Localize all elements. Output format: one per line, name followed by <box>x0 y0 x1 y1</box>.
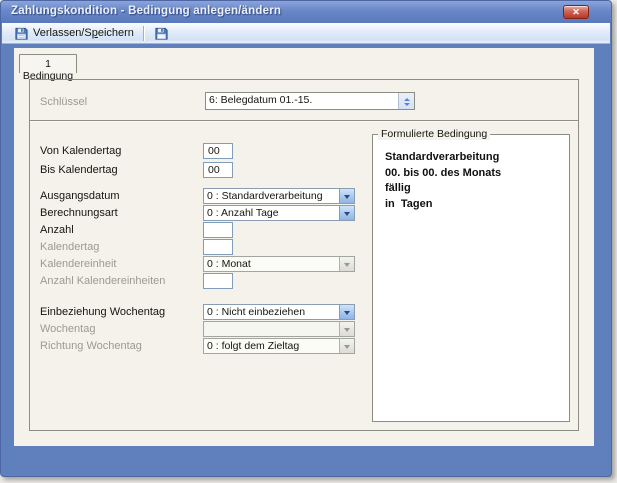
wochentag-label: Wochentag <box>40 323 96 335</box>
field-row-kalendertag: Kalendertag <box>40 239 233 255</box>
floppy-disk-icon <box>154 26 169 41</box>
field-row-anzahl: Anzahl <box>40 222 233 238</box>
title-bar[interactable]: Zahlungskondition - Bedingung anlegen/än… <box>1 1 611 23</box>
kalendereinheit-combobox: 0 : Monat <box>203 256 355 272</box>
wochentag-value <box>204 322 339 336</box>
field-row-richtung-wochentag: Richtung Wochentag 0 : folgt dem Zieltag <box>40 338 355 354</box>
field-row-kalendereinheit: Kalendereinheit 0 : Monat <box>40 256 355 272</box>
kalendereinheit-value: 0 : Monat <box>204 257 339 271</box>
richtung-wochentag-value: 0 : folgt dem Zieltag <box>204 339 339 353</box>
chevron-down-icon[interactable] <box>339 305 354 319</box>
anzahl-kalendereinheiten-label: Anzahl Kalendereinheiten <box>40 275 166 287</box>
einbeziehung-wochentag-combobox[interactable]: 0 : Nicht einbeziehen <box>203 304 355 320</box>
toolbar: Verlassen/Speichern <box>2 23 610 44</box>
field-row-anzahl-kalendereinheiten: Anzahl Kalendereinheiten <box>40 273 233 289</box>
ausgangsdatum-value: 0 : Standardverarbeitung <box>207 190 323 202</box>
von-kalendertag-input[interactable] <box>203 143 233 159</box>
condition-line: Standardverarbeitung <box>385 151 500 163</box>
section-divider <box>30 120 578 122</box>
tab-bedingung[interactable]: 1 Bedingung <box>19 54 77 82</box>
berechnungsart-value: 0 : Anzahl Tage <box>207 207 279 219</box>
field-row-von-kalendertag: Von Kalendertag <box>40 143 233 159</box>
field-row-berechnungsart: Berechnungsart 0 : Anzahl Tage <box>40 205 355 221</box>
kalendereinheit-label: Kalendereinheit <box>40 258 117 270</box>
bis-kalendertag-label: Bis Kalendertag <box>40 164 118 176</box>
exit-save-button[interactable]: Verlassen/Speichern <box>10 24 138 42</box>
anzahl-input[interactable] <box>203 222 233 238</box>
save-button[interactable] <box>150 24 173 42</box>
bis-kalendertag-input[interactable] <box>203 162 233 178</box>
field-row-ausgangsdatum: Ausgangsdatum 0 : Standardverarbeitung <box>40 188 355 204</box>
chevron-down-icon[interactable] <box>339 189 354 203</box>
condition-line: fällig <box>385 182 411 194</box>
wochentag-combobox <box>203 321 355 337</box>
anzahl-label: Anzahl <box>40 224 74 236</box>
richtung-wochentag-label: Richtung Wochentag <box>40 340 142 352</box>
condition-line: in Tagen <box>385 197 433 210</box>
field-row-einbeziehung-wochentag: Einbeziehung Wochentag 0 : Nicht einbezi… <box>40 304 355 320</box>
toolbar-separator <box>142 25 145 41</box>
ausgangsdatum-label: Ausgangsdatum <box>40 190 120 202</box>
field-row-bis-kalendertag: Bis Kalendertag <box>40 162 233 178</box>
chevron-down-icon <box>339 339 354 353</box>
floppy-disk-icon <box>14 26 29 41</box>
berechnungsart-combobox[interactable]: 0 : Anzahl Tage <box>203 205 355 221</box>
chevron-down-icon <box>339 322 354 336</box>
schluessel-combobox[interactable]: 6: Belegdatum 01.-15. <box>205 92 415 110</box>
close-icon: ✕ <box>572 7 580 17</box>
formulierte-bedingung-text: Standardverarbeitung 00. bis 00. des Mon… <box>373 135 569 212</box>
berechnungsart-label: Berechnungsart <box>40 207 118 219</box>
exit-save-label: Verlassen/Speichern <box>33 27 134 39</box>
einbeziehung-wochentag-label: Einbeziehung Wochentag <box>40 306 166 318</box>
condition-line: 00. bis 00. des Monats <box>385 166 502 179</box>
formulierte-bedingung-title: Formulierte Bedingung <box>378 128 491 140</box>
anzahl-kalendereinheiten-input <box>203 273 233 289</box>
window-title: Zahlungskondition - Bedingung anlegen/än… <box>11 5 282 17</box>
chevron-down-icon[interactable] <box>339 206 354 220</box>
kalendertag-label: Kalendertag <box>40 241 100 253</box>
field-row-wochentag: Wochentag <box>40 321 355 337</box>
kalendertag-input <box>203 239 233 255</box>
condition-form-panel: Schlüssel 6: Belegdatum 01.-15. Von Kale… <box>29 79 579 431</box>
einbeziehung-wochentag-value: 0 : Nicht einbeziehen <box>207 306 306 318</box>
dialog-window: Zahlungskondition - Bedingung anlegen/än… <box>0 0 612 477</box>
ausgangsdatum-combobox[interactable]: 0 : Standardverarbeitung <box>203 188 355 204</box>
chevron-down-icon <box>339 257 354 271</box>
formulierte-bedingung-groupbox: Formulierte Bedingung Standardverarbeitu… <box>372 128 570 422</box>
von-kalendertag-label: Von Kalendertag <box>40 145 122 157</box>
richtung-wochentag-combobox: 0 : folgt dem Zieltag <box>203 338 355 354</box>
tab-page: 1 Bedingung Schlüssel 6: Belegdatum 01.-… <box>14 48 594 446</box>
up-down-spinner-icon[interactable] <box>398 93 414 109</box>
close-button[interactable]: ✕ <box>563 5 589 19</box>
schluessel-label: Schlüssel <box>40 96 88 108</box>
schluessel-value: 6: Belegdatum 01.-15. <box>209 94 313 106</box>
